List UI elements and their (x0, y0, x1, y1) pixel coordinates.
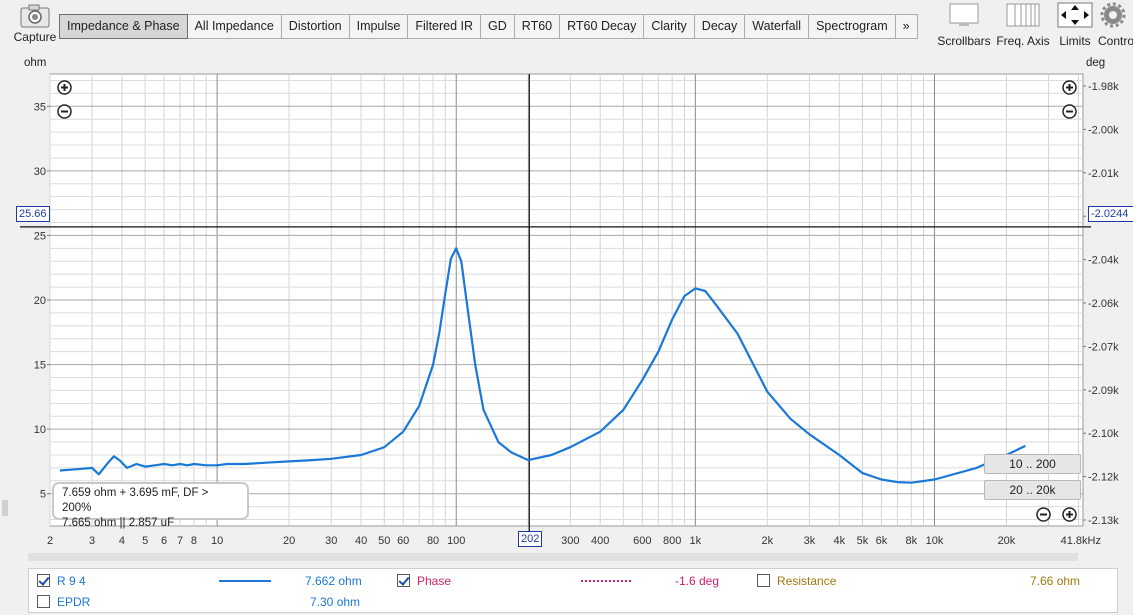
y-right-tick-label: -2.04k (1088, 255, 1119, 267)
readout-line-1: 7.659 ohm + 3.695 mF, DF > 200% (62, 487, 209, 514)
y-tick-label: 30 (34, 166, 46, 178)
x-tick-label: 20k (998, 535, 1016, 547)
checkbox-epdr[interactable] (37, 595, 50, 608)
y-right-tick-label: -2.07k (1088, 341, 1119, 353)
x-tick-label: 6k (876, 535, 888, 547)
legend-value-r94: 7.662 ohm (305, 574, 362, 588)
y-right-tick-label: -1.98k (1088, 81, 1119, 93)
x-tick-label: 3k (804, 535, 816, 547)
cursor-readout: 7.659 ohm + 3.695 mF, DF > 200% 7.665 oh… (52, 482, 249, 529)
y-right-tick-label: -2.00k (1088, 124, 1119, 136)
x-tick-label: 4k (834, 535, 846, 547)
x-tick-label: 10k (926, 535, 944, 547)
legend-line-r94 (219, 580, 271, 582)
x-tick-label: 2k (762, 535, 774, 547)
x-tick-label: 800 (663, 535, 681, 547)
checkbox-resistance[interactable] (757, 574, 770, 587)
x-tick-label: 5k (857, 535, 869, 547)
x-tick-label: 7 (177, 535, 183, 547)
y-tick-label: 35 (34, 101, 46, 113)
legend-value-epdr: 7.30 ohm (310, 595, 361, 609)
zoom-out-icon[interactable] (57, 104, 72, 119)
range-10-200-button[interactable]: 10 .. 200 (984, 454, 1081, 474)
zoom-out-x-icon[interactable] (1036, 507, 1051, 522)
x-tick-label: 1k (690, 535, 702, 547)
y-tick-label: 25 (34, 230, 46, 242)
x-tick-label: 4 (119, 535, 125, 547)
x-tick-label: 400 (591, 535, 609, 547)
legend-label-phase: Phase (417, 574, 452, 588)
x-tick-label: 10 (211, 535, 223, 547)
legend-label-r94: R 9 4 (57, 574, 86, 588)
horizontal-scrollbar[interactable] (28, 549, 1078, 563)
x-tick-label: 300 (561, 535, 579, 547)
checkbox-r94[interactable] (37, 574, 50, 587)
x-tick-label: 80 (427, 535, 439, 547)
horizontal-scroll-track[interactable] (28, 553, 1078, 561)
cursor-x-value: 202 (518, 531, 543, 547)
zoom-in-right-icon[interactable] (1062, 80, 1077, 95)
legend-line-phase (581, 580, 631, 582)
y-right-tick-label: -2.12k (1088, 472, 1119, 484)
x-tick-label: 40 (355, 535, 367, 547)
y-right-tick-label: -2.10k (1088, 428, 1119, 440)
cursor-y-left-value: 25.66 (16, 206, 50, 222)
x-tick-label: 41.8kHz (1061, 535, 1101, 547)
legend-value-resistance: 7.66 ohm (1030, 574, 1081, 588)
zoom-in-icon[interactable] (57, 80, 72, 95)
x-tick-label: 5 (142, 535, 148, 547)
y-right-tick-label: -2.06k (1088, 298, 1119, 310)
legend-panel: R 9 4 7.662 ohm Phase -1.6 deg Resistanc… (28, 568, 1118, 613)
x-tick-label: 30 (325, 535, 337, 547)
x-tick-label: 6 (161, 535, 167, 547)
x-tick-label: 8k (905, 535, 917, 547)
y-tick-label: 5 (40, 489, 46, 501)
x-tick-label: 8 (191, 535, 197, 547)
x-tick-label: 600 (633, 535, 651, 547)
x-tick-label: 50 (378, 535, 390, 547)
x-tick-label: 3 (89, 535, 95, 547)
legend-value-phase: -1.6 deg (675, 574, 720, 588)
y-right-tick-label: -2.09k (1088, 385, 1119, 397)
y-tick-label: 15 (34, 360, 46, 372)
x-tick-label: 100 (447, 535, 465, 547)
legend-label-resistance: Resistance (777, 574, 837, 588)
legend-label-epdr: EPDR (57, 595, 91, 609)
range-20-20k-button[interactable]: 20 .. 20k (984, 480, 1081, 500)
zoom-out-right-icon[interactable] (1062, 104, 1077, 119)
checkbox-phase[interactable] (397, 574, 410, 587)
y-tick-label: 20 (34, 295, 46, 307)
y-right-tick-label: -2.13k (1088, 515, 1119, 527)
x-tick-label: 60 (397, 535, 409, 547)
y-right-tick-label: -2.01k (1088, 168, 1119, 180)
x-tick-label: 2 (47, 535, 53, 547)
cursor-y-right-value: -2.0244 (1088, 206, 1133, 222)
zoom-in-x-icon[interactable] (1062, 507, 1077, 522)
x-tick-label: 20 (283, 535, 295, 547)
readout-line-2: 7.665 ohm || 2.857 uF (62, 517, 175, 529)
y-tick-label: 10 (34, 424, 46, 436)
